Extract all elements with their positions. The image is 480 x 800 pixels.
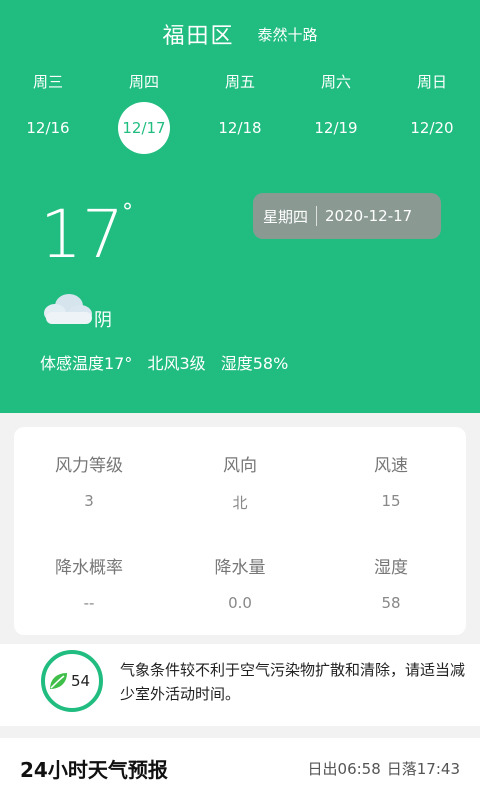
detail-value: 58 <box>381 594 401 612</box>
detail-label: 降水量 <box>214 558 266 578</box>
sun-times: 日出06:58 日落17:43 <box>308 758 460 779</box>
day-date: 12/16 <box>26 119 70 137</box>
detail-item: 降水量 0.0 <box>165 553 315 612</box>
aqi-value: 54 <box>71 672 91 690</box>
conditions-summary: 体感温度17° 北风3级 湿度58% <box>40 350 298 374</box>
condition-label: 阴 <box>94 310 112 331</box>
detail-label: 风向 <box>223 456 257 476</box>
current-temperature: 17 <box>40 196 124 273</box>
leaf-icon <box>50 673 67 689</box>
day-weekday: 周五 <box>224 73 255 91</box>
day-weekday: 周日 <box>416 73 447 91</box>
weather-details-card: 风力等级 3 风向 北 风速 15 降水概率 -- 降水量 0.0 湿度 58 <box>14 427 466 635</box>
humidity-summary: 湿度58% <box>220 354 289 373</box>
detail-value: 15 <box>381 492 401 510</box>
date-badge: 星期四 2020-12-17 <box>253 193 441 239</box>
detail-item: 湿度 58 <box>316 553 466 612</box>
sunrise-time: 日出06:58 <box>307 760 381 778</box>
location-header[interactable]: 福田区 泰然十路 <box>0 18 480 50</box>
forecast-title: 24小时天气预报 <box>20 758 168 782</box>
detail-value: -- <box>83 594 95 612</box>
day-weekday: 周四 <box>128 73 159 91</box>
day-date: 12/20 <box>410 119 454 137</box>
weather-condition: 阴 <box>40 288 160 331</box>
detail-label: 风力等级 <box>55 456 123 476</box>
air-quality-advice: 气象条件较不利于空气污染物扩散和清除，请适当减少室外活动时间。 <box>120 661 466 703</box>
detail-item: 风力等级 3 <box>14 451 164 510</box>
day-weekday: 周三 <box>32 73 63 91</box>
detail-label: 风速 <box>374 456 408 476</box>
detail-value: 3 <box>84 492 94 510</box>
day-date: 12/19 <box>314 119 358 137</box>
day-tab-selected[interactable]: 周四 12/17 <box>96 72 192 154</box>
wind-summary: 北风3级 <box>147 354 206 373</box>
day-tab[interactable]: 周日 12/20 <box>384 72 480 137</box>
date-badge-weekday: 星期四 <box>263 207 309 226</box>
weather-hero: 福田区 泰然十路 周三 12/16 周四 12/17 周五 12/18 周六 1… <box>0 0 480 413</box>
detail-item: 风向 北 <box>165 451 315 513</box>
sunset-time: 日落17:43 <box>386 760 460 778</box>
street-name: 泰然十路 <box>257 25 318 44</box>
date-badge-date: 2020-12-17 <box>325 207 413 225</box>
feels-like: 体感温度17° <box>40 354 133 373</box>
detail-value: 0.0 <box>228 594 252 612</box>
day-date: 12/18 <box>218 119 262 137</box>
detail-label: 湿度 <box>374 558 408 578</box>
degree-symbol: ° <box>122 200 133 225</box>
detail-item: 降水概率 -- <box>14 553 164 612</box>
day-tab[interactable]: 周五 12/18 <box>192 72 288 137</box>
detail-value: 北 <box>232 494 248 512</box>
cloud-icon <box>44 294 92 324</box>
district-name: 福田区 <box>162 24 235 49</box>
air-quality-panel[interactable]: 54 气象条件较不利于空气污染物扩散和清除，请适当减少室外活动时间。 <box>0 644 480 726</box>
day-tab[interactable]: 周三 12/16 <box>0 72 96 137</box>
aqi-badge: 54 <box>41 650 103 712</box>
hourly-forecast-header: 24小时天气预报 日出06:58 日落17:43 <box>0 738 480 800</box>
day-date: 12/17 <box>118 102 170 154</box>
day-weekday: 周六 <box>320 73 351 91</box>
detail-item: 风速 15 <box>316 451 466 510</box>
detail-label: 降水概率 <box>55 558 123 578</box>
day-tab[interactable]: 周六 12/19 <box>288 72 384 137</box>
